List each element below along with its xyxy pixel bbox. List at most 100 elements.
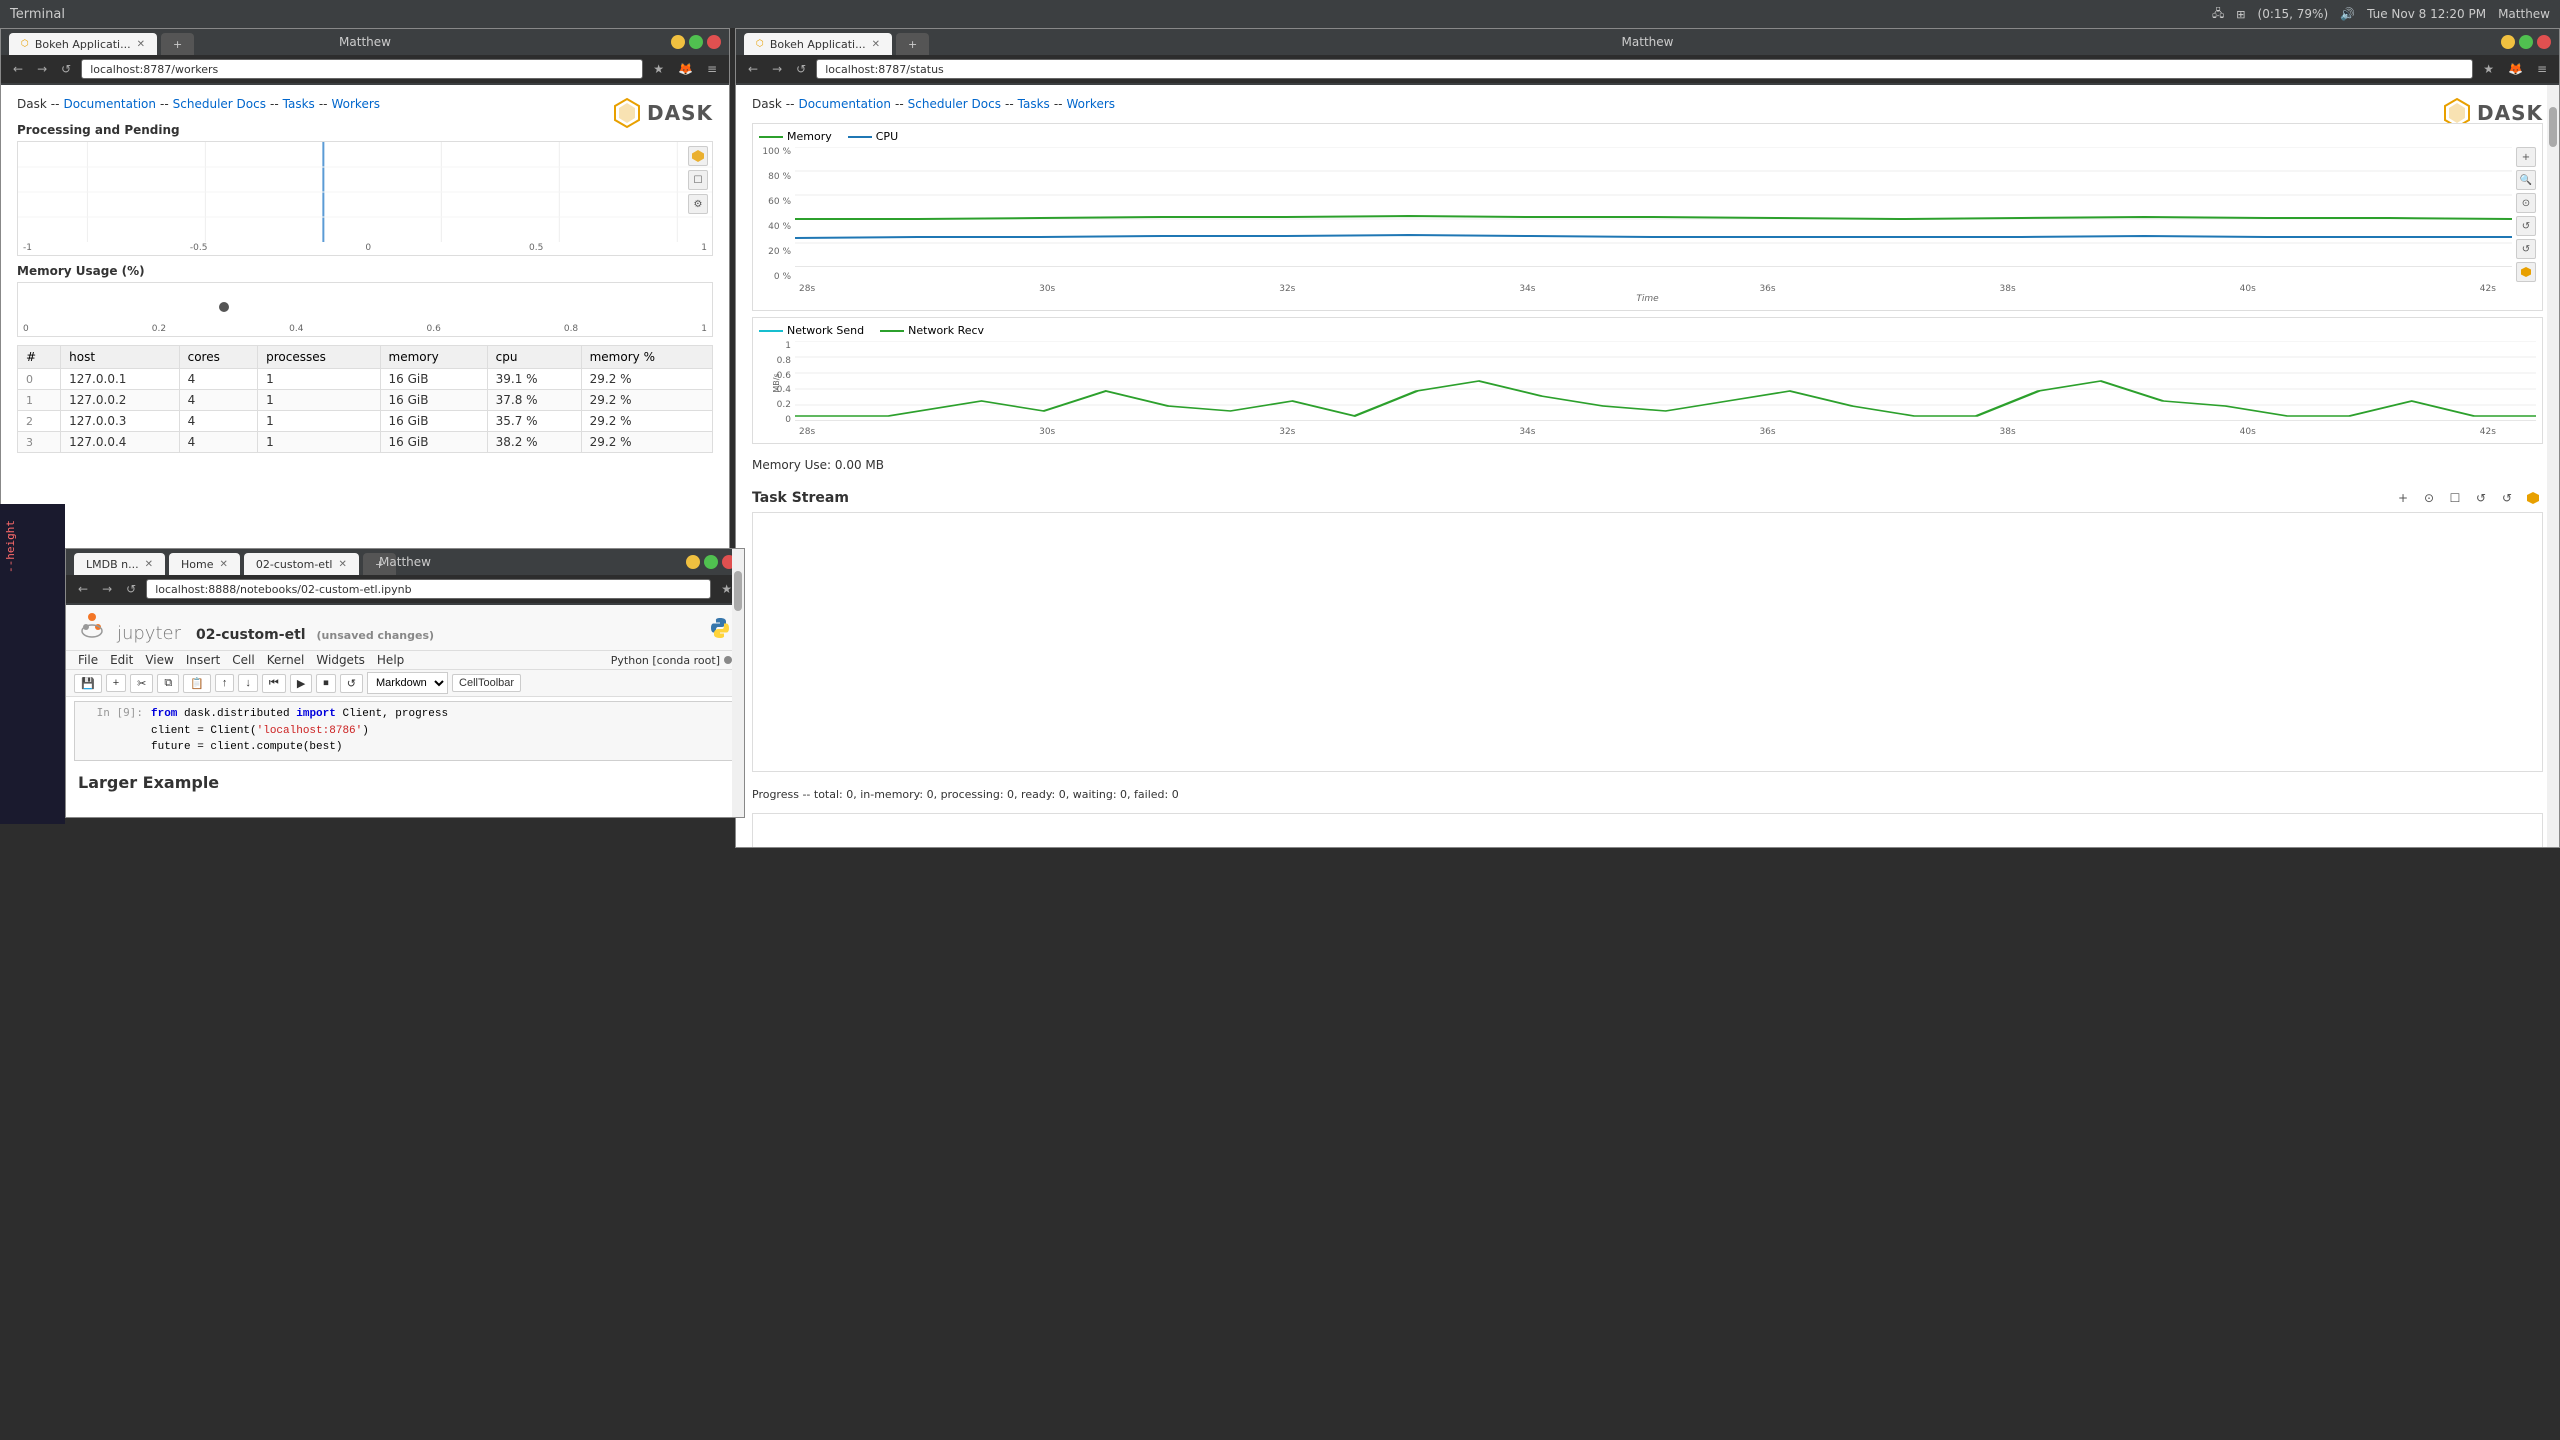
- jupyter-tab-lmdb[interactable]: LMDB n... ✕: [74, 553, 165, 575]
- minimize-btn-right[interactable]: [2501, 35, 2515, 49]
- reset-tool-mem[interactable]: +: [2516, 147, 2536, 167]
- settings-tool-mem[interactable]: ⊙: [2516, 193, 2536, 213]
- hamburger-right[interactable]: ≡: [2533, 60, 2551, 78]
- star-btn-left[interactable]: ★: [649, 60, 668, 78]
- ts-circle-btn[interactable]: ⊙: [2419, 488, 2439, 508]
- refresh-tool-mem[interactable]: ↺: [2516, 216, 2536, 236]
- memory-y-axis: 100 % 80 % 60 % 40 % 20 % 0 %: [759, 147, 795, 282]
- toolbar-up-btn[interactable]: ↑: [215, 674, 235, 692]
- browser-tab-new-right[interactable]: +: [896, 33, 929, 55]
- net-x-34s: 34s: [1519, 427, 1535, 437]
- j-maximize[interactable]: [704, 555, 718, 569]
- mem-x-06: 0.6: [426, 324, 440, 334]
- address-bar-right[interactable]: localhost:8787/status: [816, 59, 2473, 79]
- dask-nav-left: Dask -- Documentation -- Scheduler Docs …: [17, 97, 713, 111]
- jupyter-tab-home[interactable]: Home ✕: [169, 553, 240, 575]
- menu-cell[interactable]: Cell: [232, 653, 254, 667]
- toolbar-add-btn[interactable]: +: [106, 674, 126, 692]
- code-line-1: from dask.distributed import Client, pro…: [151, 706, 727, 723]
- wheel-tool[interactable]: ⚙: [688, 194, 708, 214]
- docs-link[interactable]: Documentation: [63, 97, 156, 111]
- scheduler-link[interactable]: Scheduler Docs: [173, 97, 266, 111]
- stop-tool-mem[interactable]: ↺: [2516, 239, 2536, 259]
- etl-tab-close[interactable]: ✕: [338, 559, 346, 570]
- toolbar-stop-btn[interactable]: ⏹: [316, 674, 336, 693]
- docs-link-r[interactable]: Documentation: [798, 97, 891, 111]
- fwd-btn-left[interactable]: →: [33, 60, 51, 78]
- tasks-link[interactable]: Tasks: [283, 97, 315, 111]
- cell-type-select[interactable]: Markdown Code: [367, 672, 448, 694]
- minimize-btn-left[interactable]: [671, 35, 685, 49]
- toolbar-down-btn[interactable]: ↓: [238, 674, 258, 692]
- ts-plus-btn[interactable]: +: [2393, 488, 2413, 508]
- jupyter-window: LMDB n... ✕ Home ✕ 02-custom-etl ✕ + ← →…: [65, 548, 745, 818]
- tab-close-right[interactable]: ✕: [872, 39, 880, 50]
- back-btn-left[interactable]: ←: [9, 60, 27, 78]
- network-legend: Network Send Network Recv: [759, 324, 2536, 337]
- workers-link-r[interactable]: Workers: [1066, 97, 1115, 111]
- j-minimize[interactable]: [686, 555, 700, 569]
- browser-tab-new-left[interactable]: +: [161, 33, 194, 55]
- scheduler-link-r[interactable]: Scheduler Docs: [908, 97, 1001, 111]
- bokeh-logo-tool[interactable]: [688, 146, 708, 166]
- menu-file[interactable]: File: [78, 653, 98, 667]
- scrollbar-thumb-right[interactable]: [2549, 107, 2557, 147]
- toolbar-celltoolbar-btn[interactable]: CellToolbar: [452, 674, 521, 692]
- j-fwd[interactable]: →: [98, 580, 116, 598]
- toolbar-run-btn[interactable]: ▶: [290, 674, 312, 693]
- task-stream-title: Task Stream: [752, 490, 849, 506]
- browser-tab-active-left[interactable]: ⬡ Bokeh Applicati... ✕: [9, 33, 157, 55]
- ts-logo-btn[interactable]: [2523, 488, 2543, 508]
- fwd-btn-right[interactable]: →: [768, 60, 786, 78]
- workers-link[interactable]: Workers: [331, 97, 380, 111]
- browser-tab-active-right[interactable]: ⬡ Bokeh Applicati... ✕: [744, 33, 892, 55]
- j-back[interactable]: ←: [74, 580, 92, 598]
- hamburger-left[interactable]: ≡: [703, 60, 721, 78]
- back-btn-right[interactable]: ←: [744, 60, 762, 78]
- zoom-tool-mem[interactable]: 🔍: [2516, 170, 2536, 190]
- toolbar-copy-btn[interactable]: ⧉: [157, 674, 179, 693]
- address-bar-left[interactable]: localhost:8787/workers: [81, 59, 643, 79]
- jupyter-address[interactable]: localhost:8888/notebooks/02-custom-etl.i…: [146, 579, 711, 599]
- menu-widgets[interactable]: Widgets: [316, 653, 365, 667]
- toolbar-paste-btn[interactable]: 📋: [183, 674, 211, 693]
- net-y-1: 1: [759, 341, 791, 351]
- tab-label-right: Bokeh Applicati...: [770, 38, 866, 51]
- reload-btn-right[interactable]: ↺: [792, 60, 810, 78]
- netsend-legend-line: [759, 330, 783, 332]
- jupyter-scrollbar-thumb[interactable]: [734, 605, 742, 611]
- j-reload[interactable]: ↺: [122, 580, 140, 598]
- memory-legend-label: Memory: [787, 130, 832, 143]
- jupyter-tab-etl[interactable]: 02-custom-etl ✕: [244, 553, 359, 575]
- close-btn-right[interactable]: [2537, 35, 2551, 49]
- browser-chrome-right: ⬡ Bokeh Applicati... ✕ + ← → ↺ localhost…: [736, 29, 2559, 85]
- lmdb-tab-close[interactable]: ✕: [145, 559, 153, 570]
- reload-btn-left[interactable]: ↺: [57, 60, 75, 78]
- logo-tool-mem[interactable]: [2516, 262, 2536, 282]
- tasks-link-r[interactable]: Tasks: [1018, 97, 1050, 111]
- maximize-btn-right[interactable]: [2519, 35, 2533, 49]
- box-select-tool[interactable]: ☐: [688, 170, 708, 190]
- right-scrollbar[interactable]: [2547, 85, 2559, 847]
- menu-edit[interactable]: Edit: [110, 653, 133, 667]
- star-btn-right[interactable]: ★: [2479, 60, 2498, 78]
- cell-code-9[interactable]: from dask.distributed import Client, pro…: [151, 706, 727, 756]
- ts-box-btn[interactable]: ☐: [2445, 488, 2465, 508]
- menu-help[interactable]: Help: [377, 653, 404, 667]
- menu-view[interactable]: View: [145, 653, 173, 667]
- toolbar-save-btn[interactable]: 💾: [74, 674, 102, 693]
- toolbar-restart-btn[interactable]: ↺: [340, 674, 363, 693]
- jupyter-scrollbar[interactable]: [732, 605, 744, 817]
- menu-insert[interactable]: Insert: [186, 653, 220, 667]
- toolbar-cut-btn[interactable]: ✂: [130, 674, 153, 693]
- toolbar-fast-back-btn[interactable]: ⏮: [262, 674, 286, 693]
- close-btn-left[interactable]: [707, 35, 721, 49]
- notebook-content: jupyter 02-custom-etl (unsaved changes) …: [66, 605, 744, 817]
- notebook-name: 02-custom-etl: [196, 627, 306, 643]
- home-tab-close[interactable]: ✕: [219, 559, 227, 570]
- tab-close-left[interactable]: ✕: [137, 39, 145, 50]
- ts-refresh-btn[interactable]: ↺: [2471, 488, 2491, 508]
- maximize-btn-left[interactable]: [689, 35, 703, 49]
- ts-stop-btn[interactable]: ↺: [2497, 488, 2517, 508]
- menu-kernel[interactable]: Kernel: [267, 653, 305, 667]
